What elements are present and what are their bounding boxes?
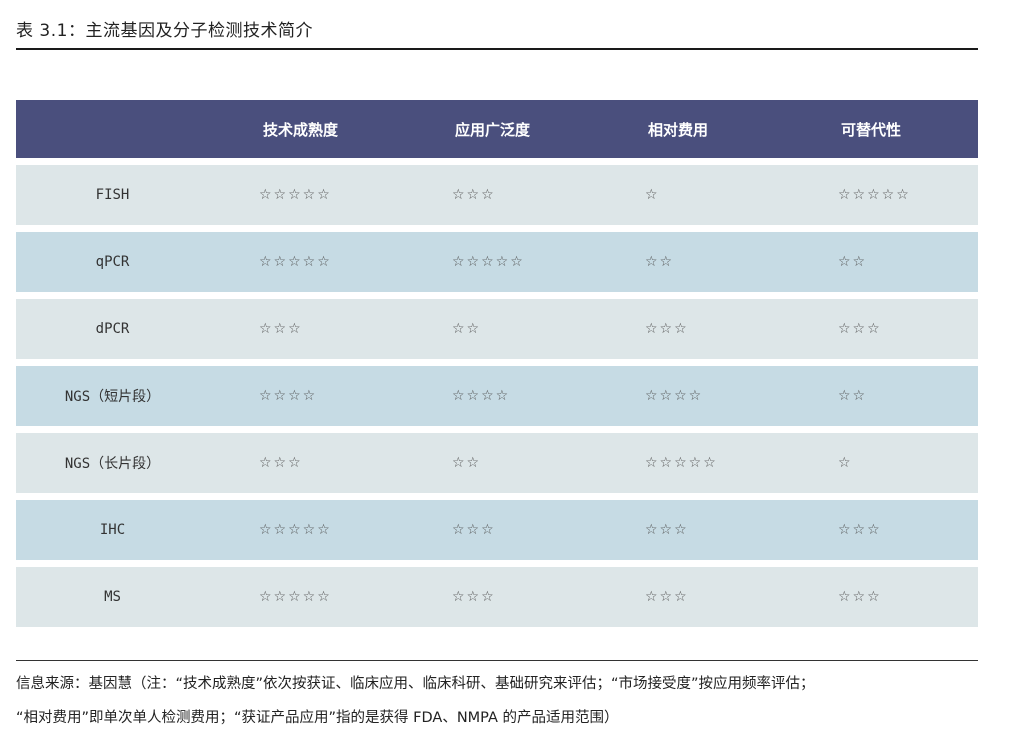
rating-substitutability: ☆☆☆: [838, 522, 882, 538]
row-label: NGS（短片段）: [64, 389, 161, 405]
row-label: qPCR: [95, 254, 130, 270]
rating-breadth: ☆☆☆: [452, 522, 496, 538]
header-cell-breadth: 应用广泛度: [455, 120, 531, 139]
row-label: NGS（长片段）: [64, 456, 161, 472]
rating-substitutability: ☆☆☆: [838, 321, 882, 337]
rating-breadth: ☆☆☆: [452, 589, 496, 605]
rating-substitutability: ☆☆: [838, 254, 868, 270]
rating-substitutability: ☆: [838, 455, 853, 471]
rating-cost: ☆☆☆: [645, 321, 689, 337]
rating-cost: ☆☆☆☆☆: [645, 455, 718, 471]
rating-maturity: ☆☆☆☆: [259, 388, 318, 404]
rating-substitutability: ☆☆☆: [838, 589, 882, 605]
row-label: MS: [104, 589, 121, 605]
title-divider: [16, 48, 978, 50]
rating-cost: ☆: [645, 187, 660, 203]
table-title: 表 3.1：主流基因及分子检测技术简介: [16, 21, 313, 41]
table-row: qPCR ☆☆☆☆☆ ☆☆☆☆☆ ☆☆ ☆☆: [16, 232, 978, 292]
rating-cost: ☆☆☆: [645, 589, 689, 605]
rating-cost: ☆☆: [645, 254, 675, 270]
header-cell-empty: [16, 100, 209, 158]
row-label: dPCR: [95, 321, 130, 337]
rating-maturity: ☆☆☆☆☆: [259, 522, 332, 538]
header-cell-cost: 相对费用: [648, 120, 709, 139]
row-label: IHC: [99, 522, 126, 538]
table-row: MS ☆☆☆☆☆ ☆☆☆ ☆☆☆ ☆☆☆: [16, 567, 978, 627]
rating-maturity: ☆☆☆☆☆: [259, 187, 332, 203]
table-row: NGS（长片段） ☆☆☆ ☆☆ ☆☆☆☆☆ ☆: [16, 433, 978, 493]
rating-breadth: ☆☆☆☆: [452, 388, 511, 404]
table-header-row: 技术成熟度 应用广泛度 相对费用 可替代性: [16, 100, 978, 158]
row-label: FISH: [95, 187, 130, 203]
rating-substitutability: ☆☆☆☆☆: [838, 187, 911, 203]
header-cell-substitutability: 可替代性: [841, 120, 902, 139]
rating-maturity: ☆☆☆☆☆: [259, 254, 332, 270]
rating-cost: ☆☆☆: [645, 522, 689, 538]
rating-breadth: ☆☆: [452, 455, 482, 471]
rating-breadth: ☆☆: [452, 321, 482, 337]
table-row: dPCR ☆☆☆ ☆☆ ☆☆☆ ☆☆☆: [16, 299, 978, 359]
rating-maturity: ☆☆☆: [259, 455, 303, 471]
footnote-divider: [16, 660, 978, 661]
rating-cost: ☆☆☆☆: [645, 388, 704, 404]
header-cell-maturity: 技术成熟度: [263, 120, 339, 139]
rating-substitutability: ☆☆: [838, 388, 868, 404]
table-row: NGS（短片段） ☆☆☆☆ ☆☆☆☆ ☆☆☆☆ ☆☆: [16, 366, 978, 426]
rating-breadth: ☆☆☆: [452, 187, 496, 203]
footnote-line-1: 信息来源：基因慧（注：“技术成熟度”依次按获证、临床应用、临床科研、基础研究来评…: [16, 676, 815, 692]
footnote-line-2: “相对费用”即单次单人检测费用；“获证产品应用”指的是获得 FDA、NMPA 的…: [16, 710, 619, 726]
table-row: IHC ☆☆☆☆☆ ☆☆☆ ☆☆☆ ☆☆☆: [16, 500, 978, 560]
comparison-table: 技术成熟度 应用广泛度 相对费用 可替代性 FISH ☆☆☆☆☆ ☆☆☆ ☆ ☆…: [16, 100, 978, 627]
rating-maturity: ☆☆☆☆☆: [259, 589, 332, 605]
rating-breadth: ☆☆☆☆☆: [452, 254, 525, 270]
rating-maturity: ☆☆☆: [259, 321, 303, 337]
table-row: FISH ☆☆☆☆☆ ☆☆☆ ☆ ☆☆☆☆☆: [16, 165, 978, 225]
